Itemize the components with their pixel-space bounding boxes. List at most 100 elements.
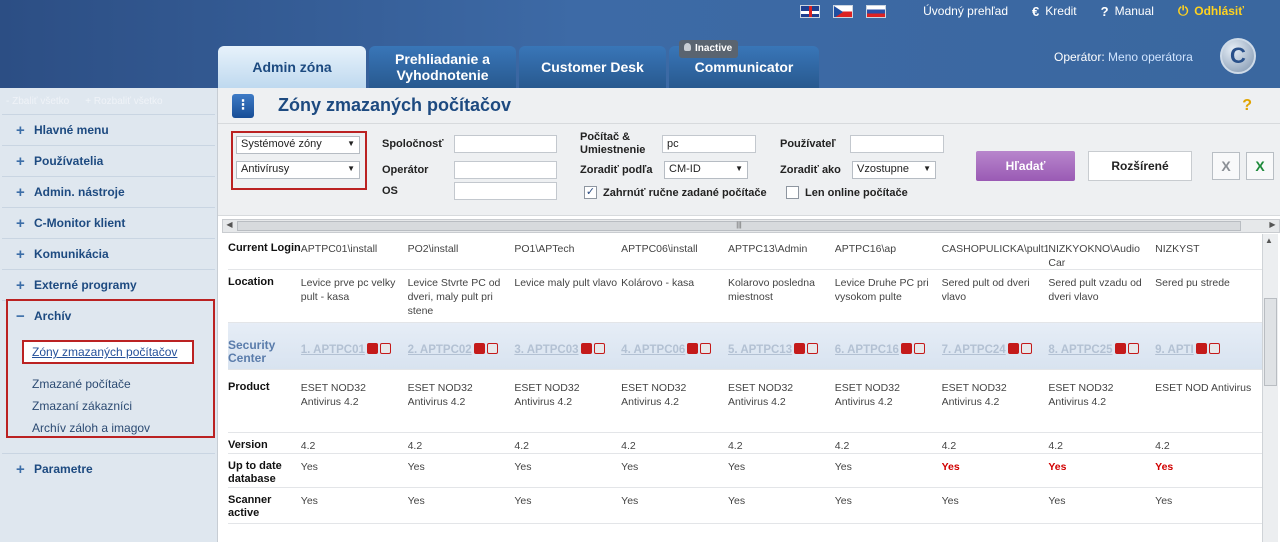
sidebar-item-c-monitor-client[interactable]: + C-Monitor klient — [2, 207, 215, 238]
sidebar-item-external-programs[interactable]: + Externé programy — [2, 269, 215, 300]
sleep-status-icon[interactable] — [1208, 343, 1220, 354]
vertical-scrollbar[interactable]: ▲ — [1262, 234, 1278, 542]
sidebar-sub-deleted-computer-zones[interactable]: Zóny zmazaných počítačov — [22, 340, 194, 364]
row-label: Location — [228, 276, 274, 288]
home-overview-link[interactable]: Úvodný prehľad — [923, 4, 1008, 18]
antivirus-status-icon[interactable] — [1007, 343, 1019, 354]
plus-icon: + — [16, 214, 25, 232]
computer-input[interactable]: pc — [662, 135, 756, 153]
sleep-status-icon[interactable] — [486, 343, 498, 354]
security-center-link[interactable]: 5. APTPC13 — [728, 323, 835, 369]
flag-sk-icon[interactable] — [866, 4, 887, 18]
antivirus-status-icon[interactable] — [687, 343, 699, 354]
zone-type-select[interactable]: Systémové zóny — [236, 136, 360, 154]
security-center-link[interactable]: 3. APTPC03 — [514, 323, 621, 369]
security-center-computer[interactable]: 7. APTPC24 — [942, 344, 1006, 356]
security-center-link[interactable]: 8. APTPC25 — [1048, 323, 1155, 369]
sort-by-select[interactable]: CM-ID — [664, 161, 748, 179]
user-input[interactable] — [850, 135, 944, 153]
sidebar-item-users[interactable]: + Používatelia — [2, 145, 215, 176]
sleep-status-icon[interactable] — [807, 343, 819, 354]
security-center-link[interactable]: 6. APTPC16 — [835, 323, 942, 369]
grid-cell: ESET NOD Antivirus — [1155, 382, 1252, 394]
scroll-right-icon[interactable]: ▶ — [1266, 220, 1279, 232]
credit-link[interactable]: € Kredit — [1032, 4, 1077, 19]
antivirus-status-icon[interactable] — [366, 343, 378, 354]
main-tabs: Admin zóna Prehliadanie a Vyhodnotenie C… — [218, 40, 819, 88]
security-center-computer[interactable]: 8. APTPC25 — [1048, 344, 1112, 356]
grid-cell: Kolarovo posledna miestnost — [727, 277, 815, 303]
sleep-status-icon[interactable] — [1127, 343, 1139, 354]
tab-customer-desk[interactable]: Customer Desk — [519, 46, 666, 88]
logout-link[interactable]: ⏻ Odhlásiť — [1178, 3, 1244, 19]
grid-cell: APTPC06\install — [621, 243, 698, 255]
security-center-link[interactable]: 2. APTPC02 — [408, 323, 515, 369]
scroll-up-icon[interactable]: ▲ — [1265, 236, 1273, 245]
tab-review-evaluation[interactable]: Prehliadanie a Vyhodnotenie — [369, 46, 516, 88]
sleep-status-icon[interactable] — [1020, 343, 1032, 354]
os-label: OS — [382, 185, 398, 197]
antivirus-status-icon[interactable] — [900, 343, 912, 354]
vertical-scroll-thumb[interactable] — [1264, 298, 1277, 386]
search-button[interactable]: Hľadať — [976, 151, 1075, 181]
security-center-computer[interactable]: 4. APTPC06 — [621, 344, 685, 356]
grid-cell: Yes — [407, 495, 425, 507]
security-center-computer[interactable]: 2. APTPC02 — [408, 344, 472, 356]
antivirus-status-icon[interactable] — [580, 343, 592, 354]
horizontal-scrollbar[interactable]: ◀ ||| ▶ — [222, 219, 1280, 233]
grid-cell: Yes — [941, 461, 960, 473]
module-select[interactable]: Antivírusy — [236, 161, 360, 179]
expand-all-link[interactable]: + Rozbaliť všetko — [85, 96, 162, 107]
grid-cell: Yes — [300, 461, 318, 473]
export-excel-icon[interactable]: X — [1246, 152, 1274, 180]
sleep-status-icon[interactable] — [700, 343, 712, 354]
sidebar-item-communication[interactable]: + Komunikácia — [2, 238, 215, 269]
manual-label: Manual — [1114, 4, 1154, 18]
security-center-link[interactable]: 9. APTI — [1155, 323, 1262, 369]
security-center-computer[interactable]: 3. APTPC03 — [514, 344, 578, 356]
security-center-computer[interactable]: 1. APTPC01 — [301, 344, 365, 356]
manual-link[interactable]: ? Manual — [1101, 4, 1154, 19]
antivirus-status-icon[interactable] — [794, 343, 806, 354]
sidebar-item-admin-tools[interactable]: + Admin. nástroje — [2, 176, 215, 207]
sleep-status-icon[interactable] — [379, 343, 391, 354]
main-content: ⁝ Zóny zmazaných počítačov ? Systémové z… — [217, 88, 1280, 542]
security-center-computer[interactable]: 6. APTPC16 — [835, 344, 899, 356]
sidebar-item-label: C-Monitor klient — [34, 216, 126, 230]
computers-grid: Current Login APTPC01\install PO2\install P… — [218, 236, 1262, 542]
online-only-checkbox[interactable] — [786, 186, 799, 199]
sidebar-item-parameters[interactable]: + Parametre — [2, 453, 215, 484]
sort-as-select[interactable]: Vzostupne — [852, 161, 936, 179]
header: Úvodný prehľad € Kredit ? Manual ⏻ Odhlásiť… — [0, 0, 1280, 88]
security-center-link[interactable]: 4. APTPC06 — [621, 323, 728, 369]
include-manual-checkbox[interactable]: ✓ — [584, 186, 597, 199]
security-center-computer[interactable]: 5. APTPC13 — [728, 344, 792, 356]
company-input[interactable] — [454, 135, 557, 153]
flag-uk-icon[interactable] — [800, 4, 821, 18]
sidebar-item-main-menu[interactable]: + Hlavné menu — [2, 114, 215, 145]
security-center-link[interactable]: 7. APTPC24 — [942, 323, 1049, 369]
advanced-button[interactable]: Rozšírené — [1088, 151, 1192, 181]
flag-cz-icon[interactable] — [833, 4, 854, 18]
tab-communicator[interactable]: Inactive Communicator — [669, 40, 819, 88]
os-input[interactable] — [454, 182, 557, 200]
collapse-all-link[interactable]: - Zbaliť všetko — [6, 96, 69, 107]
grid-cell: Yes — [834, 495, 852, 507]
sleep-status-icon[interactable] — [593, 343, 605, 354]
antivirus-status-icon[interactable] — [1114, 343, 1126, 354]
operator-input[interactable] — [454, 161, 557, 179]
scroll-left-icon[interactable]: ◀ — [223, 220, 236, 232]
power-icon: ⏻ — [1177, 3, 1189, 18]
grid-cell: NIZKYST — [1155, 243, 1200, 255]
antivirus-status-icon[interactable] — [473, 343, 485, 354]
online-only-label: Len online počítače — [805, 187, 908, 199]
help-icon[interactable]: ? — [1242, 97, 1252, 115]
export-excel-gray-icon[interactable]: X — [1212, 152, 1240, 180]
antivirus-status-icon[interactable] — [1195, 343, 1207, 354]
security-center-computer[interactable]: 9. APTI — [1155, 344, 1194, 356]
tab-admin-zone[interactable]: Admin zóna — [218, 46, 366, 88]
security-center-link[interactable]: 1. APTPC01 — [301, 323, 408, 369]
grid-cell: Levice maly pult vlavo — [514, 277, 618, 289]
sleep-status-icon[interactable] — [913, 343, 925, 354]
horizontal-scroll-thumb[interactable]: ||| — [237, 221, 1241, 231]
